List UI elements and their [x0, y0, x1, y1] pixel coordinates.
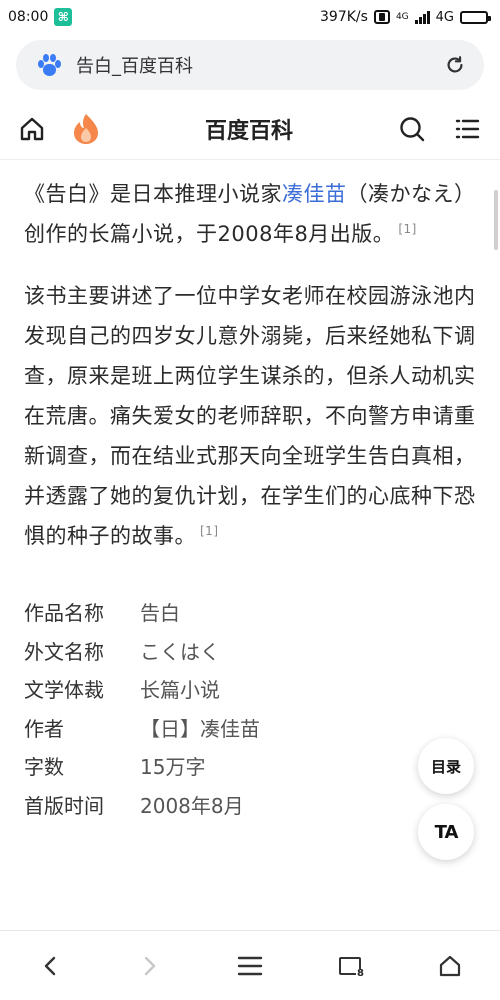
- article-content: 《告白》是日本推理小说家凑佳苗（凑かなえ）创作的长篇小说，于2008年8月出版。…: [0, 160, 500, 825]
- author-link[interactable]: 凑佳苗: [282, 182, 347, 206]
- vibrate-icon: [373, 10, 390, 24]
- site-header: 百度百科: [0, 98, 500, 160]
- forward-button[interactable]: [120, 941, 180, 991]
- status-time: 08:00: [8, 9, 49, 25]
- reference-link[interactable]: [1]: [200, 524, 219, 538]
- browser-menu-button[interactable]: [220, 941, 280, 991]
- address-bar[interactable]: 告白_百度百科: [16, 40, 484, 90]
- tabs-icon: 8: [339, 956, 365, 979]
- infobox-label: 外文名称: [24, 639, 104, 664]
- infobox-value: 【日】凑佳苗: [140, 716, 260, 741]
- article-summary: 《告白》是日本推理小说家凑佳苗（凑かなえ）创作的长篇小说，于2008年8月出版。…: [24, 174, 476, 254]
- hotspot-label: 4G: [395, 11, 409, 22]
- infobox-row: 外文名称 こくはく: [24, 633, 476, 672]
- infobox-row: 作品名称 告白: [24, 594, 476, 633]
- infobox-value: こくはく: [140, 639, 220, 664]
- infobox-row: 作者 【日】凑佳苗: [24, 710, 476, 749]
- article-plot: 该书主要讲述了一位中学女老师在校园游泳池内发现自己的四岁女儿意外溺毙，后来经她私…: [24, 276, 476, 556]
- plot-text: 该书主要讲述了一位中学女老师在校园游泳池内发现自己的四岁女儿意外溺毙，后来经她私…: [24, 284, 476, 548]
- network-speed: 397K/s: [320, 9, 368, 25]
- tabs-button[interactable]: 8: [320, 941, 380, 991]
- infobox-row: 字数 15万字: [24, 748, 476, 787]
- search-icon[interactable]: [398, 115, 426, 143]
- toc-button[interactable]: 目录: [418, 738, 474, 794]
- network-type: 4G: [435, 9, 454, 25]
- infobox-label: 作品名称: [24, 601, 104, 625]
- reload-icon[interactable]: [444, 54, 466, 76]
- infobox: 作品名称 告白 外文名称 こくはく 文学体裁 长篇小说 作者 【日】凑佳苗 字数…: [24, 594, 476, 825]
- baidu-paw-icon: [36, 54, 62, 76]
- site-title: 百度百科: [204, 118, 293, 144]
- infobox-label: 作者: [24, 716, 64, 741]
- tab-count-badge: 8: [356, 967, 365, 979]
- infobox-label: 首版时间: [24, 793, 104, 818]
- infobox-value: 告白: [140, 601, 180, 625]
- browser-toolbar: 8: [0, 930, 500, 1000]
- infobox-row: 文学体裁 长篇小说: [24, 671, 476, 710]
- home-outline-icon: [439, 955, 461, 976]
- flame-icon[interactable]: [70, 112, 102, 146]
- infobox-value: 长篇小说: [140, 678, 220, 702]
- battery-icon: [460, 10, 491, 24]
- menu-icon[interactable]: [454, 116, 480, 142]
- infobox-label: 字数: [24, 755, 64, 779]
- infobox-value: 2008年8月: [140, 793, 244, 818]
- signal-icon: [414, 10, 430, 24]
- infobox-value: 15万字: [140, 755, 206, 779]
- chevron-left-icon: [44, 956, 56, 975]
- hotspot-icon: 4G: [395, 11, 409, 22]
- chevron-right-icon: [144, 956, 156, 975]
- status-bar: 08:00 ⌘ 397K/s 4G 4G: [0, 0, 500, 34]
- home-icon[interactable]: [18, 115, 46, 143]
- home-button[interactable]: [420, 941, 480, 991]
- address-text: 告白_百度百科: [76, 56, 193, 77]
- app-notification-icon: ⌘: [54, 8, 73, 26]
- infobox-label: 文学体裁: [24, 678, 104, 702]
- scrollbar-thumb[interactable]: [494, 190, 498, 250]
- back-button[interactable]: [20, 941, 80, 991]
- infobox-row: 首版时间 2008年8月: [24, 787, 476, 826]
- font-size-button[interactable]: TA: [418, 804, 474, 860]
- reference-link[interactable]: [1]: [398, 222, 417, 236]
- summary-text-1: 《告白》是日本推理小说家: [24, 182, 282, 206]
- hamburger-icon: [237, 956, 263, 975]
